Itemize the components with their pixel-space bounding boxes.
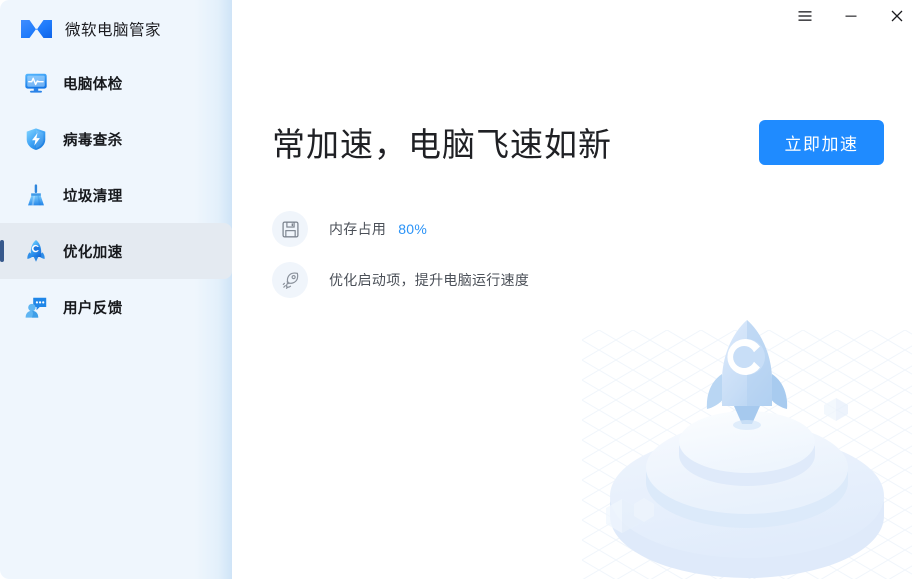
hamburger-menu-button[interactable]	[782, 0, 828, 32]
sidebar-item-label: 电脑体检	[63, 76, 123, 93]
memory-chip-icon	[272, 211, 308, 247]
page-title: 常加速，电脑飞速如新	[272, 126, 612, 163]
shield-bolt-icon	[22, 125, 50, 153]
sidebar-item-label: 优化加速	[63, 244, 123, 261]
info-row-startup-optimize: 优化启动项，提升电脑运行速度	[272, 262, 529, 298]
selection-indicator	[0, 240, 4, 262]
sidebar-item-label: 垃圾清理	[63, 188, 123, 205]
sidebar-item-label: 病毒查杀	[63, 132, 123, 149]
sidebar-item-virus-scan[interactable]: 病毒查杀	[0, 111, 232, 167]
rocket-platform-illustration	[582, 310, 912, 579]
sidebar-item-junk-cleanup[interactable]: 垃圾清理	[0, 167, 232, 223]
minimize-button[interactable]	[828, 0, 874, 32]
broom-icon	[22, 181, 50, 209]
hamburger-menu-icon	[798, 11, 812, 21]
brand: 微软电脑管家	[20, 13, 161, 45]
brand-title: 微软电脑管家	[65, 22, 162, 39]
sidebar-item-user-feedback[interactable]: 用户反馈	[0, 279, 232, 335]
sidebar-item-label: 用户反馈	[63, 300, 123, 317]
info-row-memory-usage: 内存占用 80%	[272, 211, 427, 247]
rocket-outline-icon	[272, 262, 308, 298]
sidebar-nav: 电脑体检 病毒查杀 垃圾清理 优化加速 用户反馈	[0, 55, 232, 335]
app-window: 微软电脑管家 电脑体检 病毒查杀 垃圾清理 优化加速 用户反馈 常加速，电脑飞速…	[0, 0, 920, 579]
user-feedback-icon	[22, 293, 50, 321]
window-controls	[782, 0, 920, 32]
rocket-icon	[22, 237, 50, 265]
info-label: 内存占用	[329, 221, 387, 237]
sidebar-item-pc-checkup[interactable]: 电脑体检	[0, 55, 232, 111]
info-label: 优化启动项，提升电脑运行速度	[329, 272, 530, 288]
memory-usage-value: 80%	[398, 221, 428, 237]
butterfly-logo-icon	[20, 17, 53, 41]
sidebar: 微软电脑管家 电脑体检 病毒查杀 垃圾清理 优化加速 用户反馈	[0, 0, 232, 579]
close-icon	[891, 10, 903, 22]
monitor-pulse-icon	[22, 69, 50, 97]
close-button[interactable]	[874, 0, 920, 32]
sidebar-item-optimize-speedup[interactable]: 优化加速	[0, 223, 232, 279]
minimize-icon	[845, 15, 857, 17]
main-content: 常加速，电脑飞速如新 立即加速 内存占用 80% 优化启动项，提升电脑运行速度	[232, 0, 920, 579]
accelerate-now-button[interactable]: 立即加速	[759, 120, 884, 165]
